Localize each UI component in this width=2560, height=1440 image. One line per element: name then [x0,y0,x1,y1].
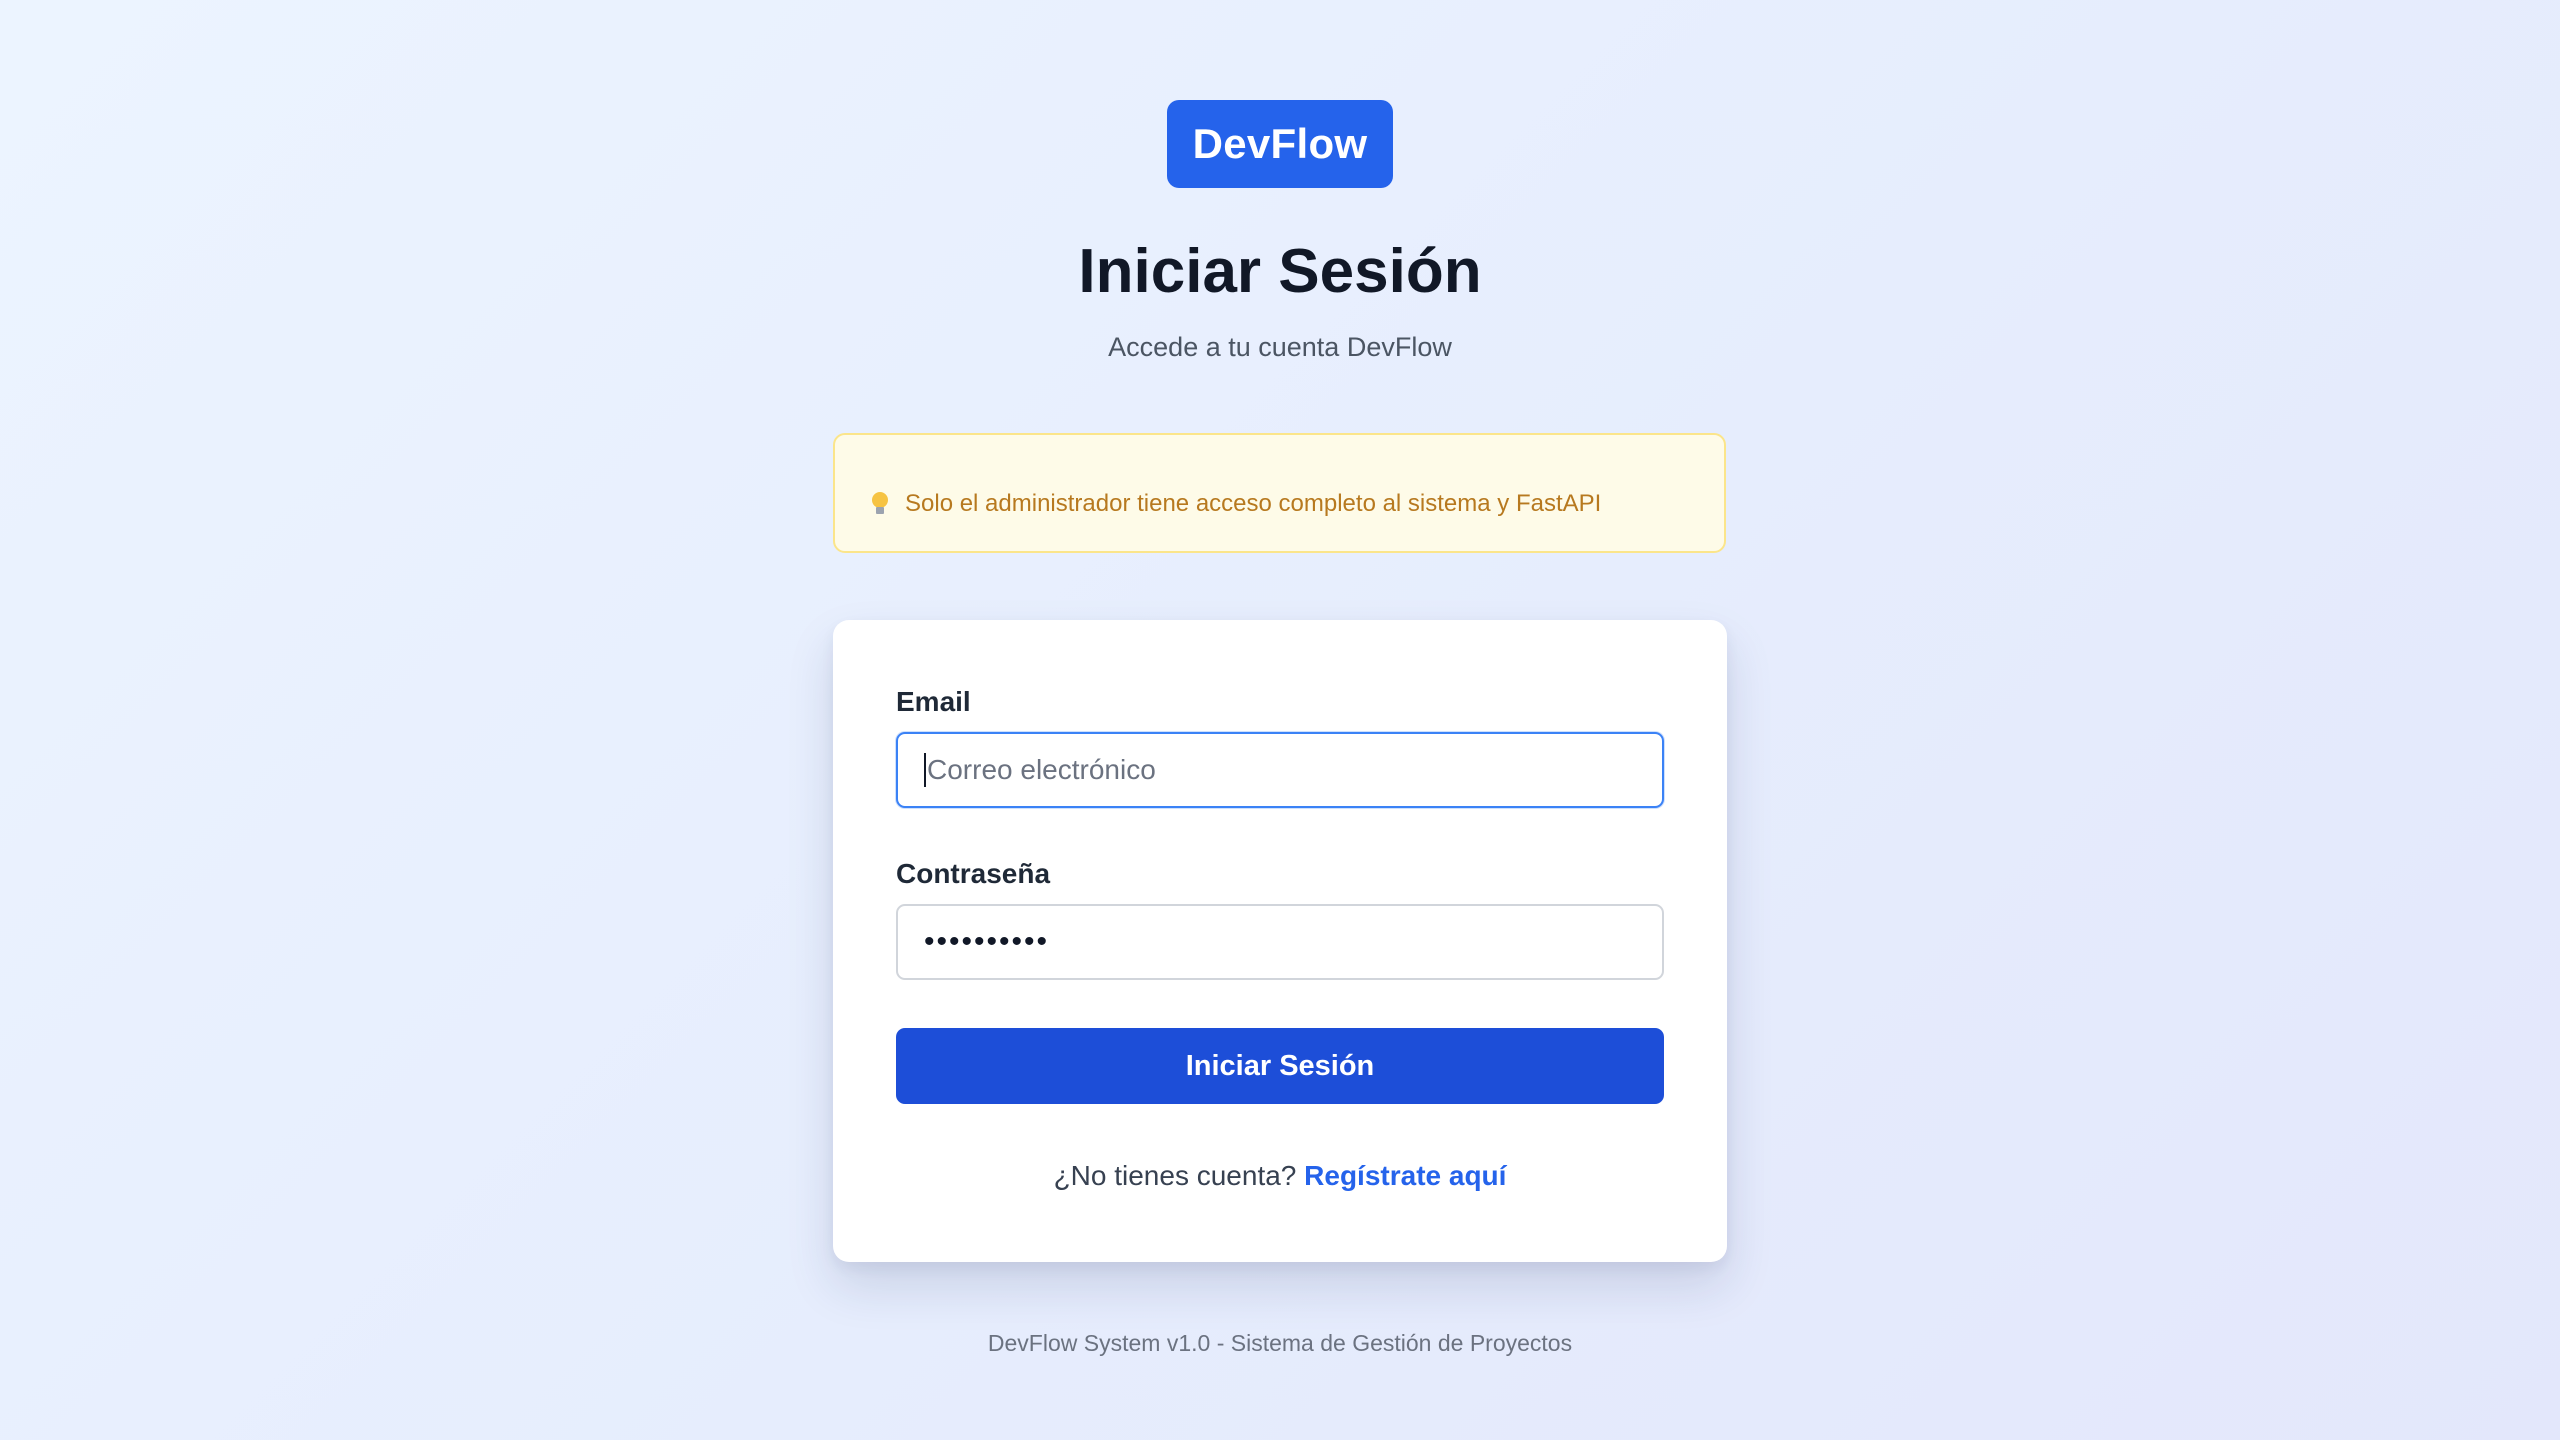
password-value: •••••••••• [924,925,1050,958]
login-page: DevFlow Iniciar Sesión Accede a tu cuent… [0,0,2560,1440]
password-label: Contraseña [896,858,1051,889]
signup-prompt: ¿No tienes cuenta? [1053,1160,1305,1191]
signup-link[interactable]: Regístrate aquí [1304,1160,1506,1191]
login-button-label: Iniciar Sesión [1185,1049,1375,1082]
email-label: Email [896,686,971,717]
signup-row: ¿No tienes cuenta? Regístrate aquí [833,1160,1727,1192]
footer-text: DevFlow System v1.0 - Sistema de Gestión… [987,1330,1573,1356]
login-button[interactable]: Iniciar Sesión [896,1028,1664,1104]
admin-notice: Solo el administrador tiene acceso compl… [833,433,1726,553]
email-input[interactable]: Correo electrónico [896,732,1664,808]
page-subtitle: Accede a tu cuenta DevFlow [1108,332,1452,362]
page-title: Iniciar Sesión [1078,237,1482,306]
login-card: Email Correo electrónico Contraseña ••••… [833,620,1727,1262]
email-placeholder: Correo electrónico [927,754,1156,785]
notice-text: Solo el administrador tiene acceso compl… [905,490,1602,517]
password-input[interactable]: •••••••••• [896,904,1664,980]
logo-text: DevFlow [1192,120,1368,167]
devflow-logo: DevFlow [1167,100,1393,188]
text-caret [924,753,926,787]
lightbulb-icon [871,492,889,516]
